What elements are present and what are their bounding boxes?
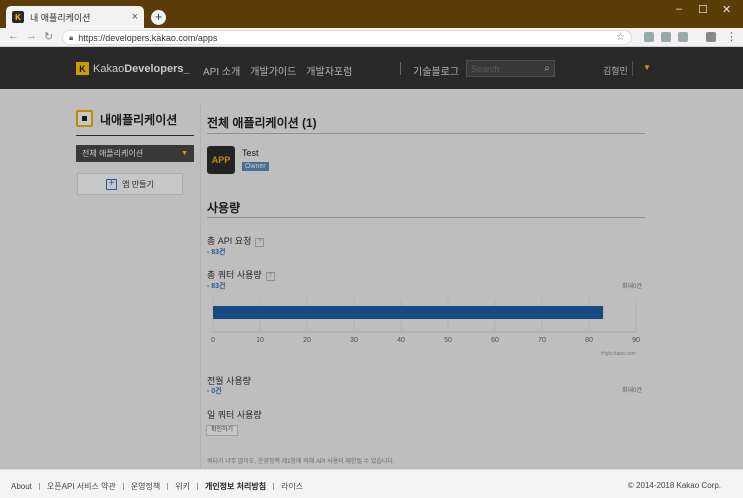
x-tick-label: 20 <box>303 337 311 344</box>
footer-link-policy[interactable]: 운영정책 <box>131 481 160 492</box>
total-api-label: 총 API 요청? <box>207 234 265 247</box>
user-divider <box>632 61 633 76</box>
help-icon[interactable]: ? <box>265 272 275 281</box>
user-name[interactable]: 김형민 <box>603 64 628 77</box>
app-name-link[interactable]: Test <box>242 148 259 158</box>
sidebar-title: 내애플리케이션 <box>100 113 178 127</box>
x-tick-label: 60 <box>491 337 499 344</box>
x-tick-label: 30 <box>350 337 358 344</box>
site-header: K KakaoDevelopers_ API 소개 개발가이드 개발자포럼 기술… <box>0 47 743 89</box>
x-tick-label: 40 <box>397 337 405 344</box>
x-tick-label: 50 <box>444 337 452 344</box>
forward-icon[interactable]: → <box>26 30 37 42</box>
address-bar-row: ← → ↻ 🔒︎ https://developers.kakao.com/ap… <box>0 28 743 47</box>
check-button[interactable]: 확인하기 <box>206 425 239 436</box>
x-tick-label: 70 <box>538 337 546 344</box>
kakao-developers-logo[interactable]: K KakaoDevelopers_ <box>76 62 190 75</box>
minimize-icon[interactable]: – <box>676 3 682 15</box>
back-icon[interactable]: ← <box>8 30 19 42</box>
month-usage-value: - 0건 <box>207 388 222 395</box>
close-window-icon[interactable]: ✕ <box>722 3 731 16</box>
daily-quota-label: 일 쿼터 사용량 <box>207 410 262 420</box>
total-api-value: - 83건 <box>207 249 226 256</box>
apps-heading-rule <box>207 133 645 134</box>
footer-link-wiki[interactable]: 위키 <box>175 481 190 492</box>
sidebar-divider <box>76 135 194 136</box>
chart-bar <box>213 306 604 319</box>
search-box: ⌕ <box>466 60 555 77</box>
footer-links: About 오픈API 서비스 약관 운영정책 위키 개인정보 처리방침 라이스 <box>11 481 303 492</box>
new-tab-button[interactable]: + <box>151 10 166 25</box>
copyright: © 2014-2018 Kakao Corp. <box>627 481 721 490</box>
nav-tech-blog[interactable]: 기술블로그 <box>413 63 459 78</box>
url-text: https://developers.kakao.com/apps <box>78 32 218 43</box>
add-icon: + <box>106 178 118 190</box>
footer-divider <box>122 483 124 490</box>
kakao-favicon-icon: K <box>12 11 24 23</box>
footer-divider <box>196 483 198 490</box>
app-icon[interactable]: APP <box>207 146 235 174</box>
x-tick-label: 0 <box>211 337 215 344</box>
bookmark-star-icon[interactable]: ☆ <box>616 32 625 43</box>
browser-tab-bar: K 내 애플리케이션 × + – ☐ ✕ <box>0 0 743 28</box>
extension-icon[interactable] <box>678 32 688 42</box>
close-tab-icon[interactable]: × <box>132 11 138 23</box>
footer-link-license[interactable]: 라이스 <box>281 481 303 492</box>
kakao-k-icon: K <box>76 62 89 75</box>
reload-icon[interactable]: ↻ <box>44 30 53 43</box>
quota-chart-svg: 0 10 20 30 40 50 60 70 80 90 <box>211 298 640 344</box>
usage-note: 쿼터가 너무 많아도, 운영정책 제1항에 의해 API 사용이 제한될 수 있… <box>207 459 395 465</box>
usage-heading: 사용량 <box>207 201 241 215</box>
content-divider <box>200 102 201 472</box>
app-filter-select[interactable]: 전체 애플리케이션 ▼ <box>76 145 194 162</box>
footer-divider <box>273 483 275 490</box>
url-field[interactable]: 🔒︎ https://developers.kakao.com/apps ☆ <box>62 30 632 45</box>
lock-icon: 🔒︎ <box>69 32 74 42</box>
quota-chart: 0 10 20 30 40 50 60 70 80 90 <box>207 292 645 360</box>
profile-icon[interactable] <box>706 32 716 42</box>
max-label: 최대0건 <box>622 388 642 394</box>
search-icon[interactable]: ⌕ <box>544 63 550 74</box>
menu-kebab-icon[interactable]: ⋮ <box>726 30 737 43</box>
create-app-button[interactable]: + 앱 만들기 <box>77 173 183 195</box>
footer-link-privacy[interactable]: 개인정보 처리방침 <box>205 481 266 492</box>
total-api-label-text: 총 API 요청 <box>207 236 252 246</box>
nav-api-intro[interactable]: API 소개 <box>203 63 240 78</box>
footer: About 오픈API 서비스 약관 운영정책 위키 개인정보 처리방침 라이스… <box>0 469 743 498</box>
footer-link-about[interactable]: About <box>11 482 32 491</box>
browser-tab[interactable]: K 내 애플리케이션 × <box>6 6 144 28</box>
tab-title: 내 애플리케이션 <box>30 12 91 23</box>
app-filter-value: 전체 애플리케이션 <box>82 149 144 158</box>
help-icon[interactable]: ? <box>255 238 265 247</box>
total-quota-label: 총 쿼터 사용량? <box>207 268 275 281</box>
logo-kakao-text: Kakao <box>93 62 125 75</box>
owner-badge: Owner <box>242 162 269 171</box>
search-input[interactable] <box>471 63 545 74</box>
extension-icon[interactable] <box>644 32 654 42</box>
total-quota-label-text: 총 쿼터 사용량 <box>207 270 262 280</box>
total-quota-value: - 83건 <box>207 283 226 290</box>
extension-icon[interactable] <box>661 32 671 42</box>
caret-down-icon: ▼ <box>181 150 188 157</box>
usage-heading-rule <box>207 217 645 218</box>
top-nav: API 소개 개발가이드 개발자포럼 <box>203 63 352 78</box>
logo-developers-text: Developers_ <box>124 62 190 75</box>
apps-icon <box>76 110 93 127</box>
caret-down-icon[interactable]: ▼ <box>643 63 651 72</box>
chart-credits[interactable]: Highcharts.com <box>601 351 636 357</box>
nav-dev-forum[interactable]: 개발자포럼 <box>306 63 352 78</box>
footer-link-terms[interactable]: 오픈API 서비스 약관 <box>47 481 116 492</box>
create-app-label: 앱 만들기 <box>122 179 154 189</box>
nav-divider <box>400 62 401 75</box>
apps-heading: 전체 애플리케이션 (1) <box>207 116 317 130</box>
x-tick-label: 10 <box>256 337 264 344</box>
maximize-icon[interactable]: ☐ <box>698 3 708 16</box>
footer-divider <box>38 483 40 490</box>
nav-dev-guide[interactable]: 개발가이드 <box>250 63 296 78</box>
page: K KakaoDevelopers_ API 소개 개발가이드 개발자포럼 기술… <box>0 47 743 498</box>
x-tick-label: 80 <box>585 337 593 344</box>
max-label: 최대0건 <box>622 284 642 290</box>
footer-divider <box>167 483 169 490</box>
x-tick-label: 90 <box>632 337 640 344</box>
